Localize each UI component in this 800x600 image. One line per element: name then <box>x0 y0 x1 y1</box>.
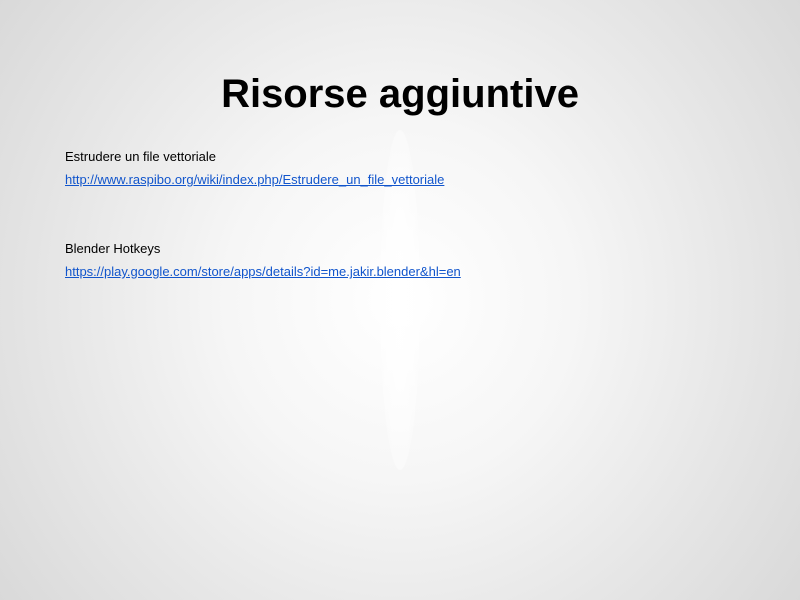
resource-link-hotkeys[interactable]: https://play.google.com/store/apps/detai… <box>65 263 461 280</box>
resource-link-extrude[interactable]: http://www.raspibo.org/wiki/index.php/Es… <box>65 171 444 188</box>
slide-title: Risorse aggiuntive <box>221 72 579 116</box>
resource-item-hotkeys: Blender Hotkeys https://play.google.com/… <box>65 240 461 280</box>
slide: Risorse aggiuntive Estrudere un file vet… <box>0 0 800 600</box>
resource-label-extrude: Estrudere un file vettoriale <box>65 149 217 164</box>
resource-label-hotkeys: Blender Hotkeys <box>65 241 161 256</box>
resource-item-extrude: Estrudere un file vettoriale http://www.… <box>65 148 444 188</box>
